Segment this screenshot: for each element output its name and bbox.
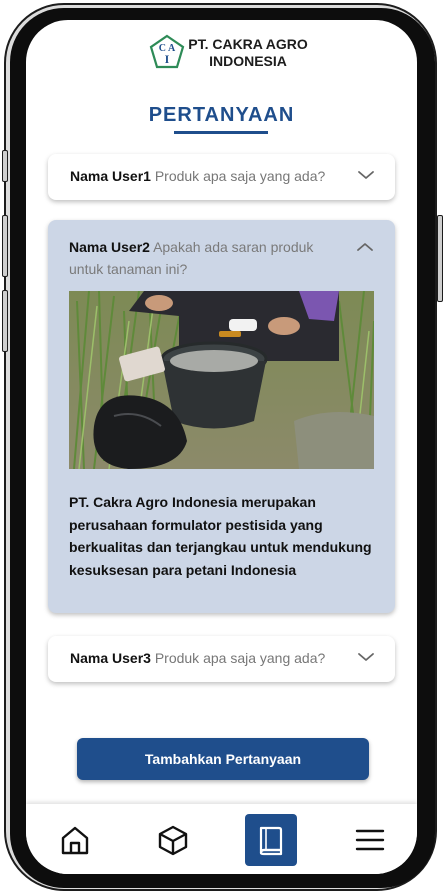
question-user: Nama User2 [69, 239, 150, 255]
company-name: PT. CAKRA AGRO INDONESIA [186, 36, 310, 70]
side-button-left-2 [2, 215, 8, 277]
question-user: Nama User1 [70, 168, 151, 184]
svg-text:I: I [165, 52, 170, 66]
answer-text: PT. Cakra Agro Indonesia merupakan perus… [69, 494, 372, 578]
side-button-left-1 [2, 150, 8, 182]
question-text: Nama User2 Apakah ada saran produk untuk… [69, 236, 341, 280]
chevron-down-icon[interactable] [357, 651, 375, 663]
chevron-down-icon[interactable] [357, 169, 375, 181]
nav-menu[interactable] [344, 814, 396, 866]
question-card-1[interactable]: Nama User1 Produk apa saja yang ada? [48, 154, 395, 200]
home-icon [61, 826, 89, 855]
company-name-line2: INDONESIA [209, 53, 287, 69]
question-photo [69, 291, 374, 469]
add-question-button[interactable]: Tambahkan Pertanyaan [77, 738, 369, 780]
question-user: Nama User3 [70, 650, 151, 666]
nav-questions[interactable] [245, 814, 297, 866]
question-text: Nama User3 Produk apa saja yang ada? [70, 650, 325, 666]
question-card-2[interactable]: Nama User2 Apakah ada saran produk untuk… [48, 220, 395, 613]
menu-icon [355, 829, 385, 851]
title-underline [174, 131, 268, 134]
plant-photo-illustration [69, 291, 374, 469]
cai-logo-icon: C A I [149, 34, 185, 69]
question-card-3[interactable]: Nama User3 Produk apa saja yang ada? [48, 636, 395, 682]
side-button-right [437, 215, 443, 302]
question-text: Nama User1 Produk apa saja yang ada? [70, 168, 325, 184]
company-logo: C A I PT. CAKRA AGRO INDONESIA [148, 34, 308, 74]
nav-products[interactable] [147, 814, 199, 866]
nav-home[interactable] [49, 814, 101, 866]
box-icon [158, 825, 188, 856]
company-name-line1: PT. CAKRA AGRO [188, 36, 308, 52]
app-screen: C A I PT. CAKRA AGRO INDONESIA PERTANYAA… [26, 20, 417, 874]
page-title: PERTANYAAN [148, 104, 295, 126]
side-button-left-3 [2, 290, 8, 352]
question-body: Produk apa saja yang ada? [154, 168, 326, 184]
bottom-nav [26, 804, 417, 874]
book-icon [259, 826, 283, 856]
question-body: Produk apa saja yang ada? [154, 650, 326, 666]
chevron-up-icon[interactable] [356, 241, 374, 253]
